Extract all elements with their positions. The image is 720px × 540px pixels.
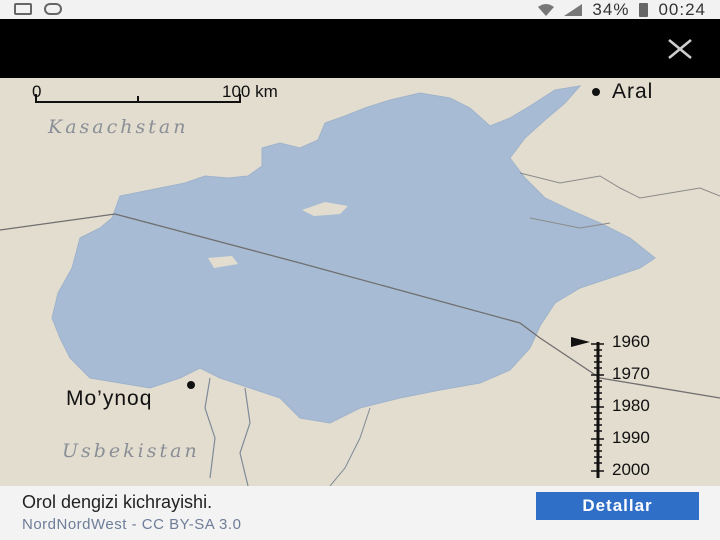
status-bar: 34% 00:24 bbox=[0, 0, 720, 19]
moynoq-city-marker bbox=[187, 381, 195, 389]
image-info-panel: Orol dengizi kichrayishi. NordNordWest -… bbox=[0, 486, 720, 540]
map-graphic bbox=[0, 78, 720, 486]
status-indicators: 34% 00:24 bbox=[538, 0, 706, 19]
city-label-aral: Aral bbox=[612, 80, 654, 103]
notification-icons bbox=[14, 3, 62, 15]
wifi-icon bbox=[538, 3, 555, 16]
image-viewer-toolbar bbox=[0, 19, 720, 78]
battery-percent: 34% bbox=[592, 0, 630, 19]
aral-sea-map[interactable]: 0 100 km Kasachstan Usbekistan Aral Mo’y… bbox=[0, 78, 720, 486]
image-caption: Orol dengizi kichrayishi. bbox=[22, 492, 213, 512]
timeline-year-1990: 1990 bbox=[612, 428, 650, 447]
image-attribution[interactable]: NordNordWest - CC BY-SA 3.0 bbox=[22, 516, 241, 533]
city-label-moynoq: Mo’ynoq bbox=[66, 387, 153, 410]
aral-city-marker bbox=[592, 88, 600, 96]
timeline-year-1960: 1960 bbox=[612, 332, 650, 351]
country-label-uzbekistan: Usbekistan bbox=[62, 440, 200, 462]
country-label-kazakhstan: Kasachstan bbox=[48, 116, 189, 138]
signal-icon bbox=[564, 3, 583, 16]
chat-icon bbox=[44, 3, 62, 15]
clock: 00:24 bbox=[658, 0, 706, 19]
close-icon[interactable] bbox=[666, 35, 694, 63]
timeline-year-1980: 1980 bbox=[612, 396, 650, 415]
timeline-year-2000: 2000 bbox=[612, 460, 650, 479]
details-button[interactable]: Detallar bbox=[536, 492, 699, 520]
message-icon bbox=[14, 3, 32, 15]
scale-label-distance: 100 km bbox=[222, 82, 278, 101]
battery-icon bbox=[639, 2, 649, 17]
timeline-year-1970: 1970 bbox=[612, 364, 650, 383]
scale-label-zero: 0 bbox=[32, 82, 42, 101]
